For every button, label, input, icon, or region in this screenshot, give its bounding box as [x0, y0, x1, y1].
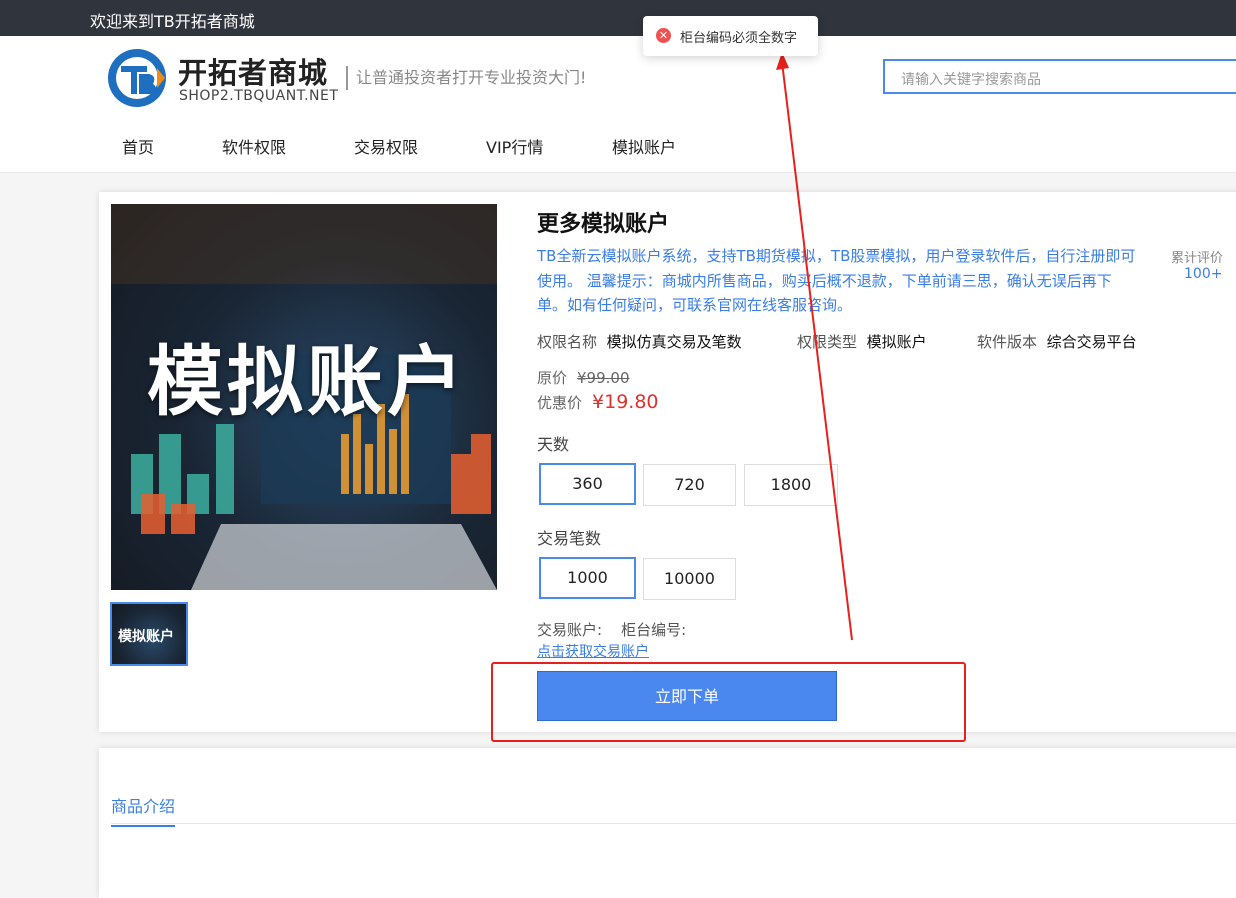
toast-message: 柜台编码必须全数字 [680, 31, 798, 46]
product-image-text: 模拟账户 [147, 337, 467, 426]
product-main-image: 模拟账户 [111, 204, 497, 590]
error-toast: ✕ 柜台编码必须全数字 [643, 16, 818, 56]
product-card: 模拟账户 模拟账户 更多模拟账户 TB全新云模拟账户系统，支持TB期货模拟，TB… [99, 192, 1236, 732]
trades-option-10000[interactable]: 10000 [643, 558, 736, 600]
intro-card: 商品介绍 [99, 748, 1236, 898]
error-close-icon: ✕ [656, 28, 671, 43]
trades-option-1000[interactable]: 1000 [539, 557, 636, 599]
logo-title[interactable]: 开拓者商城 [178, 50, 328, 92]
thumbnail-text: 模拟账户 [118, 629, 174, 645]
tab-divider [111, 823, 1236, 824]
annotation-highlight-box [491, 662, 966, 742]
logo-subtitle: SHOP2.TBQUANT.NET [179, 88, 339, 104]
product-description: TB全新云模拟账户系统，支持TB期货模拟，TB股票模拟，用户登录软件后，自行注册… [537, 247, 1136, 314]
attr-permission-name: 权限名称 模拟仿真交易及笔数 [537, 333, 742, 351]
counter-label: 柜台编号: [621, 621, 687, 639]
top-bar: 欢迎来到TB开拓者商城 [0, 0, 1236, 36]
attr-permission-type: 权限类型 模拟账户 [797, 333, 927, 351]
slogan: 让普通投资者打开专业投资大门! [346, 66, 586, 90]
search-placeholder: 请输入关键字搜索商品 [901, 72, 1041, 88]
welcome-text: 欢迎来到TB开拓者商城 [90, 12, 255, 31]
rating-value: 100+ [1184, 266, 1223, 282]
get-account-link[interactable]: 点击获取交易账户 [537, 641, 649, 661]
product-thumbnail[interactable]: 模拟账户 [110, 602, 188, 666]
nav-item-trading[interactable]: 交易权限 [354, 134, 418, 158]
attr-software-version: 软件版本 综合交易平台 [977, 333, 1137, 351]
days-option-1800[interactable]: 1800 [744, 464, 838, 506]
site-header: 开拓者商城 SHOP2.TBQUANT.NET 让普通投资者打开专业投资大门! … [0, 36, 1236, 173]
days-option-720[interactable]: 720 [643, 464, 736, 506]
discount-price: 优惠价 ¥19.80 [537, 391, 659, 413]
days-label: 天数 [537, 435, 570, 454]
account-fields: 交易账户: 柜台编号: [537, 619, 686, 640]
logo-icon[interactable] [107, 48, 167, 108]
nav-item-home[interactable]: 首页 [122, 134, 154, 158]
rating-label: 累计评价 [1171, 251, 1224, 266]
original-price: 原价 ¥99.00 [537, 369, 630, 387]
nav-item-vip[interactable]: VIP行情 [486, 134, 543, 158]
account-label: 交易账户: [537, 621, 603, 639]
product-title: 更多模拟账户 [537, 212, 670, 237]
tab-product-intro[interactable]: 商品介绍 [111, 793, 176, 827]
days-option-360[interactable]: 360 [539, 463, 636, 505]
nav-item-simulation[interactable]: 模拟账户 [612, 134, 676, 158]
trades-label: 交易笔数 [537, 529, 602, 548]
search-input[interactable]: 请输入关键字搜索商品 [883, 59, 1236, 94]
nav-item-software[interactable]: 软件权限 [222, 134, 286, 158]
